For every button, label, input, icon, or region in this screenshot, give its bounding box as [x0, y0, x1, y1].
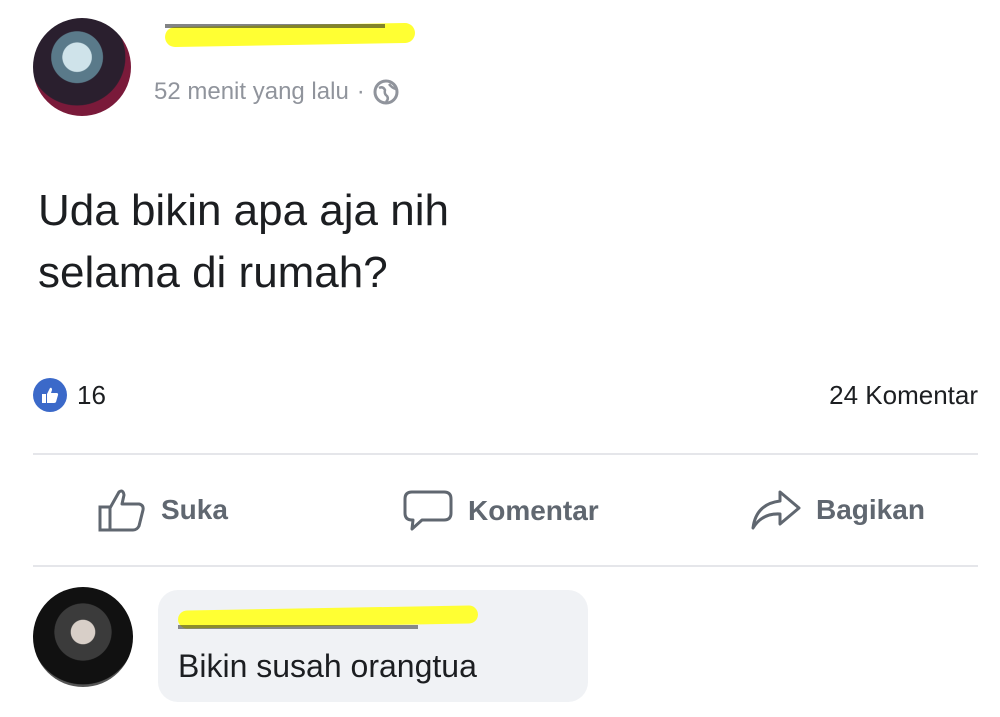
share-button-label: Bagikan — [816, 494, 925, 525]
share-button[interactable]: Bagikan — [750, 489, 925, 531]
divider-top — [33, 453, 978, 455]
post-timestamp[interactable]: 52 menit yang lalu — [154, 78, 349, 106]
comment-button-label: Komentar — [468, 495, 599, 526]
comment-count[interactable]: 24 Komentar — [829, 380, 978, 411]
post-meta: 52 menit yang lalu · — [154, 78, 399, 106]
like-button-label: Suka — [161, 494, 228, 525]
speech-bubble-icon — [402, 489, 454, 533]
like-count: 16 — [77, 379, 106, 410]
thumbs-up-icon — [97, 487, 147, 533]
share-arrow-icon — [750, 489, 802, 531]
commenter-name-glyphs — [178, 622, 428, 632]
commenter-avatar[interactable] — [33, 587, 133, 687]
post-text: Uda bikin apa aja nih selama di rumah? — [38, 180, 449, 304]
post-text-line-1: Uda bikin apa aja nih — [38, 186, 449, 235]
divider-bottom — [33, 565, 978, 567]
comment-button[interactable]: Komentar — [402, 489, 599, 533]
meta-separator: · — [356, 78, 365, 105]
comment-text: Bikin susah orangtua — [178, 648, 477, 684]
reactions-summary[interactable]: 16 — [33, 378, 106, 412]
post-text-line-2: selama di rumah? — [38, 248, 388, 297]
author-name-glyphs — [165, 20, 395, 34]
globe-icon — [373, 79, 399, 105]
like-badge-icon — [33, 378, 67, 412]
author-avatar[interactable] — [33, 18, 131, 116]
like-button[interactable]: Suka — [97, 487, 228, 533]
